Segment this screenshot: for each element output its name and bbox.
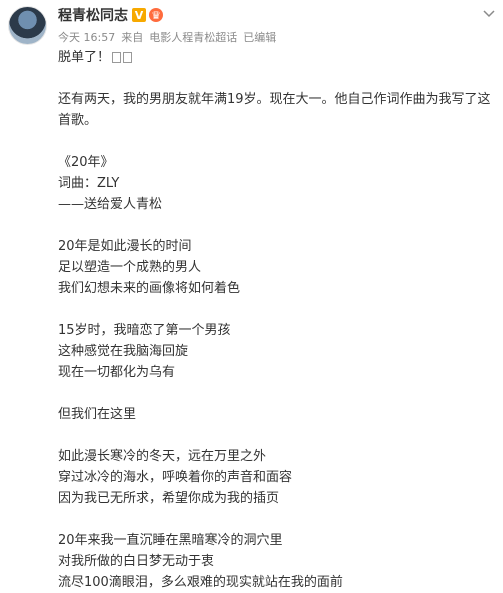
post-meta: 今天 16:57 来自 电影人程青松超话 已编辑: [58, 29, 493, 45]
lyric-line: 流尽100滴眼泪，多么艰难的现实就站在我的面前: [58, 575, 343, 590]
content-intro: 还有两天，我的男朋友就年满19岁。现在大一。他自己作词作曲为我写了这首歌。: [58, 92, 491, 128]
weibo-post: 程青松同志 V ♛ 今天 16:57 来自 电影人程青松超话 已编辑 脱单了！ 还有两…: [0, 0, 503, 590]
emoji-icon: [112, 52, 122, 63]
lyric-line: 这种感觉在我脑海回旋: [58, 344, 189, 359]
lyric-line: 但我们在这里: [58, 407, 137, 422]
lyric-line: 如此漫长寒冷的冬天，远在万里之外: [58, 449, 267, 464]
lyric-line: 我们幻想未来的画像将如何着色: [58, 281, 241, 296]
avatar[interactable]: [8, 6, 47, 45]
content-first-line: 脱单了！: [58, 47, 491, 68]
post-source[interactable]: 电影人程青松超话: [149, 31, 237, 44]
lyric-line: 20年是如此漫长的时间: [58, 239, 192, 254]
member-crown-icon[interactable]: ♛: [149, 8, 163, 22]
lyric-line: 现在一切都化为乌有: [58, 365, 176, 380]
post-header: 程青松同志 V ♛ 今天 16:57 来自 电影人程青松超话 已编辑: [58, 5, 493, 45]
more-options-chevron-icon[interactable]: [481, 6, 497, 22]
post-content: 脱单了！ 还有两天，我的男朋友就年满19岁。现在大一。他自己作词作曲为我写了这首…: [58, 47, 491, 593]
source-prefix: 来自: [121, 31, 144, 44]
edited-label[interactable]: 已编辑: [243, 31, 276, 44]
song-title: 《20年》: [58, 155, 114, 170]
verified-v-icon: V: [132, 8, 146, 22]
emoji-icon: [123, 52, 133, 63]
lyric-line: 因为我已无所求，希望你成为我的插页: [58, 491, 280, 506]
author-row: 程青松同志 V ♛: [58, 5, 493, 25]
lyric-line: 15岁时，我暗恋了第一个男孩: [58, 323, 231, 338]
song-credit: 词曲：ZLY: [58, 176, 120, 191]
author-name[interactable]: 程青松同志: [58, 5, 128, 25]
lyric-line: 足以塑造一个成熟的男人: [58, 260, 202, 275]
lyric-line: 穿过冰冷的海水，呼唤着你的声音和面容: [58, 470, 293, 485]
lyric-line: 对我所做的白日梦无动于衷: [58, 554, 215, 569]
song-dedication: ——送给爱人青松: [58, 197, 163, 212]
post-time[interactable]: 今天 16:57: [58, 31, 115, 44]
lyric-line: 20年来我一直沉睡在黑暗寒冷的洞穴里: [58, 533, 283, 548]
